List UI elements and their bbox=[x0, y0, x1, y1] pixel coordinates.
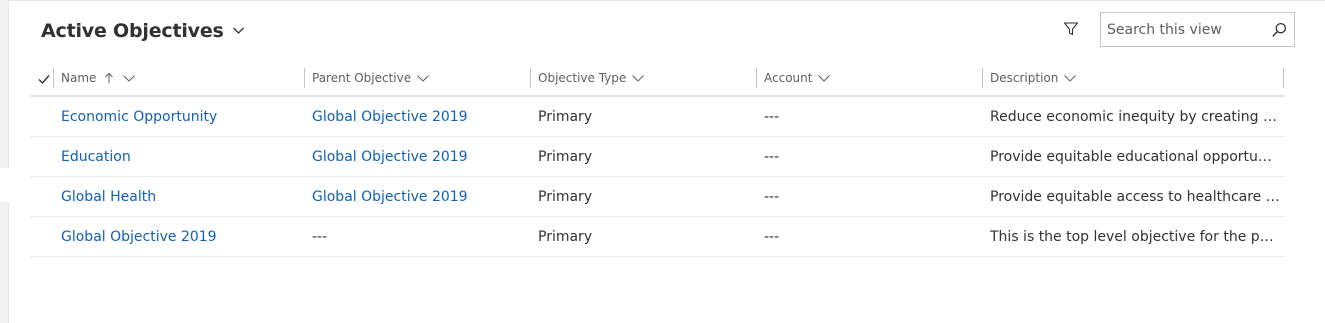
cell-parent-objective[interactable]: Global Objective 2019 bbox=[312, 177, 527, 217]
table-row[interactable]: Education Global Objective 2019 Primary … bbox=[30, 137, 1284, 177]
chevron-down-icon bbox=[812, 73, 831, 83]
left-nav-strip bbox=[0, 0, 9, 323]
grid-header: Name Parent Objective Objective Type Acc… bbox=[30, 60, 1284, 97]
cell-name[interactable]: Global Objective 2019 bbox=[61, 217, 301, 257]
select-all-checkbox[interactable] bbox=[37, 71, 51, 85]
column-header-type-label: Objective Type bbox=[538, 70, 627, 85]
cell-account: --- bbox=[764, 109, 780, 125]
column-separator bbox=[982, 68, 983, 88]
column-header-objective-type[interactable]: Objective Type bbox=[538, 60, 645, 95]
cell-objective-type: Primary bbox=[538, 149, 593, 165]
cell-objective-type: Primary bbox=[538, 189, 593, 205]
column-separator bbox=[304, 68, 305, 88]
filter-icon bbox=[1063, 21, 1079, 41]
chevron-down-icon bbox=[626, 73, 645, 83]
objectives-grid: Name Parent Objective Objective Type Acc… bbox=[30, 60, 1284, 257]
table-row[interactable]: Economic Opportunity Global Objective 20… bbox=[30, 97, 1284, 137]
table-row[interactable]: Global Health Global Objective 2019 Prim… bbox=[30, 177, 1284, 217]
left-nav-notch bbox=[0, 168, 9, 202]
column-header-name-label: Name bbox=[61, 70, 97, 85]
cell-description-text: Provide equitable access to healthcare f… bbox=[990, 189, 1280, 205]
search-input[interactable] bbox=[1101, 13, 1264, 46]
cell-parent-objective: --- bbox=[312, 229, 328, 245]
chevron-down-icon bbox=[114, 73, 136, 83]
column-header-account-label: Account bbox=[764, 70, 813, 85]
chevron-down-icon bbox=[411, 73, 430, 83]
cell-name[interactable]: Education bbox=[61, 137, 301, 177]
chevron-down-icon bbox=[232, 22, 245, 41]
column-separator bbox=[53, 68, 54, 88]
column-header-description-label: Description bbox=[990, 70, 1059, 85]
column-separator bbox=[756, 68, 757, 88]
cell-account: --- bbox=[764, 149, 780, 165]
cell-parent-objective[interactable]: Global Objective 2019 bbox=[312, 97, 527, 137]
chevron-down-icon bbox=[1058, 73, 1077, 83]
cell-description-text: This is the top level objective for the … bbox=[990, 229, 1280, 245]
column-separator bbox=[1283, 68, 1284, 88]
cell-objective-type: Primary bbox=[538, 229, 593, 245]
cell-account: --- bbox=[764, 189, 780, 205]
cell-name[interactable]: Global Health bbox=[61, 177, 301, 217]
page: Active Objectives Name bbox=[0, 0, 1325, 323]
column-header-account[interactable]: Account bbox=[764, 60, 831, 95]
cell-name[interactable]: Economic Opportunity bbox=[61, 97, 301, 137]
cell-description: This is the top level objective for the … bbox=[990, 217, 1280, 257]
cell-parent-objective[interactable]: Global Objective 2019 bbox=[312, 137, 527, 177]
filter-button[interactable] bbox=[1059, 20, 1083, 42]
view-title: Active Objectives bbox=[41, 20, 224, 42]
column-header-parent-label: Parent Objective bbox=[312, 70, 412, 85]
cell-account: --- bbox=[764, 229, 780, 245]
search-icon[interactable] bbox=[1264, 13, 1294, 46]
cell-description: Provide equitable educational opportunit… bbox=[990, 137, 1280, 177]
column-header-description[interactable]: Description bbox=[990, 60, 1077, 95]
table-row[interactable]: Global Objective 2019 --- Primary --- Th… bbox=[30, 217, 1284, 257]
column-separator bbox=[530, 68, 531, 88]
column-header-parent-objective[interactable]: Parent Objective bbox=[312, 60, 430, 95]
search-box[interactable] bbox=[1100, 12, 1295, 47]
view-selector[interactable]: Active Objectives bbox=[41, 17, 245, 45]
cell-objective-type: Primary bbox=[538, 109, 593, 125]
top-divider bbox=[9, 0, 1325, 1]
cell-description-text: Provide equitable educational opportunit… bbox=[990, 149, 1280, 165]
cell-description: Reduce economic inequity by creating a … bbox=[990, 97, 1280, 137]
cell-description-text: Reduce economic inequity by creating a … bbox=[990, 109, 1280, 125]
column-header-name[interactable]: Name bbox=[61, 60, 136, 95]
sort-ascending-icon bbox=[104, 72, 114, 84]
cell-description: Provide equitable access to healthcare f… bbox=[990, 177, 1280, 217]
